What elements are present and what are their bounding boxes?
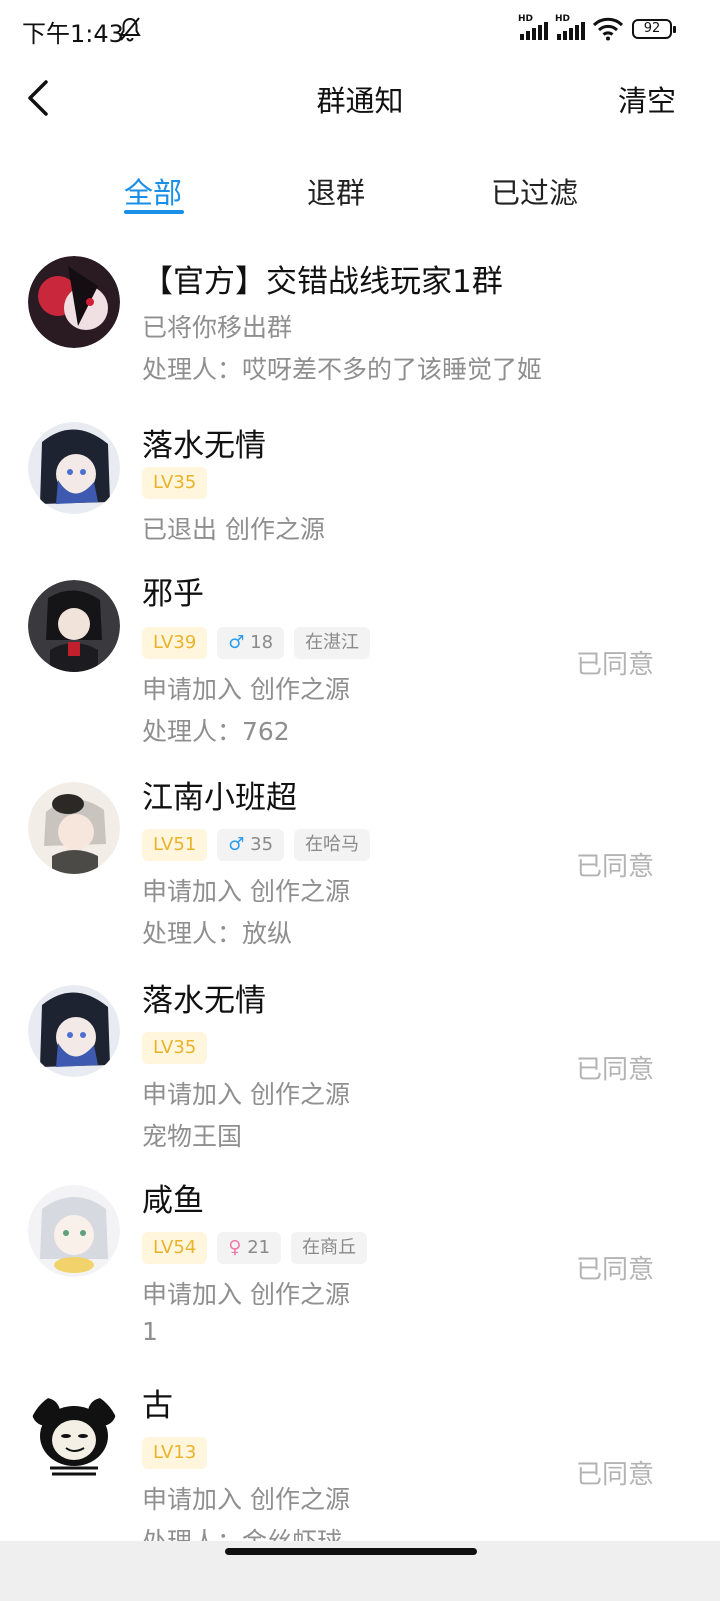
user-name: 落水无情 bbox=[142, 983, 266, 1019]
avatar[interactable] bbox=[28, 256, 120, 348]
status-bar: 下午1:43 HD HD 92 bbox=[0, 0, 720, 60]
avatar[interactable] bbox=[28, 985, 120, 1077]
battery-icon: 92 bbox=[632, 19, 676, 39]
page-title: 群通知 bbox=[316, 84, 404, 118]
notification-handler: 处理人：哎呀差不多的了该睡觉了姬 bbox=[142, 355, 543, 384]
list-item[interactable]: 落水无情 LV35 申请加入 创作之源 宠物王国 已同意 bbox=[0, 983, 720, 1185]
notification-note: 宠物王国 bbox=[142, 1122, 243, 1151]
status-approved: 已同意 bbox=[575, 852, 654, 882]
age-value: 18 bbox=[250, 632, 274, 653]
level-badge: LV51 bbox=[142, 829, 208, 861]
user-badges: LV54 ♀ 21 在商丘 bbox=[142, 1232, 368, 1264]
level-badge: LV35 bbox=[142, 1032, 208, 1064]
male-icon: ♂ bbox=[228, 632, 245, 653]
signal-hd-icon: HD bbox=[518, 14, 552, 40]
gender-age-badge: ♂ 18 bbox=[217, 627, 285, 659]
user-name: 咸鱼 bbox=[142, 1183, 204, 1219]
avatar[interactable] bbox=[28, 580, 120, 672]
status-approved: 已同意 bbox=[575, 1255, 654, 1285]
notification-message: 已将你移出群 bbox=[142, 313, 293, 342]
status-approved: 已同意 bbox=[575, 1460, 654, 1490]
notification-message: 申请加入 创作之源 bbox=[142, 1485, 350, 1514]
user-name: 江南小班超 bbox=[142, 780, 297, 816]
list-item[interactable]: 邪乎 LV39 ♂ 18 在湛江 申请加入 创作之源 处理人：762 已同意 bbox=[0, 576, 720, 780]
notification-message: 申请加入 创作之源 bbox=[142, 1080, 350, 1109]
female-icon: ♀ bbox=[228, 1237, 242, 1258]
user-badges: LV51 ♂ 35 在哈马 bbox=[142, 829, 371, 861]
notification-handler: 处理人：放纵 bbox=[142, 919, 293, 948]
wifi-icon bbox=[592, 17, 624, 41]
navigation-bar: 群通知 清空 bbox=[0, 60, 720, 138]
user-badges: LV39 ♂ 18 在湛江 bbox=[142, 627, 371, 659]
notification-handler: 处理人：762 bbox=[142, 717, 290, 746]
list-item[interactable]: 落水无情 LV35 已退出 创作之源 bbox=[0, 410, 720, 570]
notification-message: 申请加入 创作之源 bbox=[142, 675, 350, 704]
notification-message: 申请加入 创作之源 bbox=[142, 877, 350, 906]
level-badge: LV13 bbox=[142, 1437, 208, 1469]
tab-quit-group[interactable]: 退群 bbox=[307, 170, 365, 212]
notification-message: 已退出 创作之源 bbox=[142, 515, 325, 544]
male-icon: ♂ bbox=[228, 834, 245, 855]
user-badges: LV35 bbox=[142, 467, 208, 499]
status-time: 下午1:43 bbox=[22, 20, 124, 48]
status-approved: 已同意 bbox=[575, 650, 654, 680]
user-name: 落水无情 bbox=[142, 428, 266, 464]
user-name: 邪乎 bbox=[142, 576, 204, 612]
avatar[interactable] bbox=[28, 1185, 120, 1277]
tab-all[interactable]: 全部 bbox=[124, 170, 182, 212]
user-badges: LV13 bbox=[142, 1437, 208, 1469]
notification-group-name: 【官方】交错战线玩家1群 bbox=[142, 264, 503, 300]
list-item[interactable]: 古 LV13 申请加入 创作之源 处理人：金丝虾球 已同意 bbox=[0, 1388, 720, 1556]
list-item[interactable]: 江南小班超 LV51 ♂ 35 在哈马 申请加入 创作之源 处理人：放纵 已同意 bbox=[0, 780, 720, 982]
gender-age-badge: ♂ 35 bbox=[217, 829, 285, 861]
notification-note: 1 bbox=[142, 1317, 158, 1346]
clear-button[interactable]: 清空 bbox=[618, 78, 676, 120]
location-badge: 在商丘 bbox=[291, 1232, 368, 1264]
age-value: 35 bbox=[250, 834, 274, 855]
avatar[interactable] bbox=[28, 422, 120, 514]
status-approved: 已同意 bbox=[575, 1055, 654, 1085]
avatar[interactable] bbox=[28, 1390, 120, 1482]
tab-bar: 全部 退群 已过滤 bbox=[0, 140, 720, 230]
home-indicator[interactable] bbox=[225, 1548, 477, 1555]
tab-filtered[interactable]: 已过滤 bbox=[491, 170, 578, 212]
age-value: 21 bbox=[247, 1237, 271, 1258]
signal-hd-icon: HD bbox=[555, 14, 589, 40]
location-badge: 在哈马 bbox=[294, 829, 371, 861]
avatar[interactable] bbox=[28, 782, 120, 874]
active-tab-indicator bbox=[124, 210, 184, 214]
level-badge: LV35 bbox=[142, 467, 208, 499]
list-item[interactable]: 【官方】交错战线玩家1群 已将你移出群 处理人：哎呀差不多的了该睡觉了姬 bbox=[0, 240, 720, 400]
user-name: 古 bbox=[142, 1388, 173, 1424]
gender-age-badge: ♀ 21 bbox=[217, 1232, 282, 1264]
notification-message: 申请加入 创作之源 bbox=[142, 1280, 350, 1309]
user-badges: LV35 bbox=[142, 1032, 208, 1064]
level-badge: LV54 bbox=[142, 1232, 208, 1264]
list-item[interactable]: 咸鱼 LV54 ♀ 21 在商丘 申请加入 创作之源 1 已同意 bbox=[0, 1183, 720, 1385]
bell-off-icon bbox=[119, 17, 141, 42]
level-badge: LV39 bbox=[142, 627, 208, 659]
location-badge: 在湛江 bbox=[294, 627, 371, 659]
